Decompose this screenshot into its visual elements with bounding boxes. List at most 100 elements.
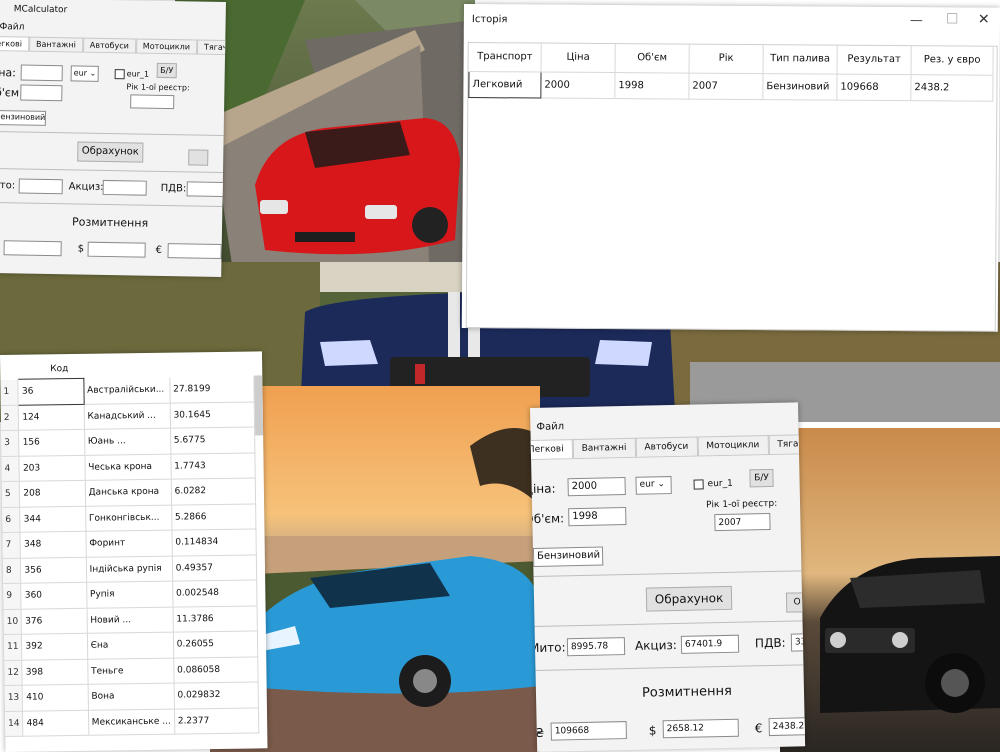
tab-buses[interactable]: Автобуси xyxy=(82,37,136,53)
side-button[interactable] xyxy=(188,149,209,166)
maximize-icon[interactable]: ☐ xyxy=(946,11,959,27)
cell-year[interactable]: 2007 xyxy=(688,72,764,100)
cell-result[interactable]: 109668 xyxy=(836,73,912,101)
table-row[interactable]: 13 410 Вона 0.029832 xyxy=(4,681,259,711)
volume-input[interactable] xyxy=(20,84,63,102)
calculate-button[interactable]: Обрахунок xyxy=(77,141,144,163)
cell-price[interactable]: 2000 xyxy=(540,71,616,99)
currency-rate[interactable]: 1.7743 xyxy=(170,452,256,480)
cell-result-eur[interactable]: 2438.2 xyxy=(910,74,994,101)
fuel-select[interactable]: Бензиновий ⌄ xyxy=(532,546,604,567)
price-input[interactable] xyxy=(20,64,63,82)
currency-code[interactable]: 203 xyxy=(19,454,85,482)
tab-buses[interactable]: Автобуси xyxy=(635,436,698,457)
currency-rate[interactable]: 0.26055 xyxy=(173,630,258,658)
menu-file[interactable]: Файл xyxy=(536,421,564,433)
price-input[interactable]: 2000 xyxy=(567,477,626,497)
currency-name[interactable]: Рупія xyxy=(86,581,173,608)
column-header[interactable]: Рік xyxy=(689,44,764,74)
reg-year-input[interactable] xyxy=(130,94,175,110)
table-row[interactable]: 6 344 Гонконгівськ... 5.2866 xyxy=(2,503,256,533)
currency-name[interactable]: Єна xyxy=(87,632,174,659)
currency-rate[interactable]: 0.114834 xyxy=(171,528,257,556)
currency-code[interactable]: 124 xyxy=(18,403,85,431)
currency-code[interactable]: 360 xyxy=(21,582,87,609)
column-header[interactable]: Тип палива xyxy=(763,45,838,74)
table-row[interactable]: 9 360 Рупія 0.002548 xyxy=(3,579,258,609)
column-header[interactable]: Об'єм xyxy=(615,44,690,73)
calculate-button[interactable]: Обрахунок xyxy=(645,585,733,612)
scrollbar[interactable] xyxy=(254,375,264,436)
currency-name[interactable]: Форинт xyxy=(85,530,173,557)
currency-name[interactable]: Мексиканське ... xyxy=(88,708,175,736)
column-header[interactable]: Транспорт xyxy=(469,43,542,72)
currency-code[interactable]: 376 xyxy=(21,607,88,635)
currency-rate[interactable]: 0.49357 xyxy=(172,554,257,582)
column-header-code[interactable]: Код xyxy=(50,364,68,374)
currency-code[interactable]: 156 xyxy=(19,429,85,456)
table-row[interactable]: 5 208 Данська крона 6.0282 xyxy=(1,477,256,507)
tab-motorcycles[interactable]: Мотоцикли xyxy=(135,38,198,54)
fuel-select[interactable]: Бензиновий ⌄ xyxy=(0,109,47,126)
currency-rate[interactable]: 11.3786 xyxy=(172,605,258,633)
close-icon[interactable]: ✕ xyxy=(978,12,990,28)
tab-passenger[interactable]: Легкові xyxy=(0,35,30,51)
table-row[interactable]: 7 348 Форинт 0.114834 xyxy=(2,528,257,558)
volume-input[interactable]: 1998 xyxy=(568,507,627,527)
currency-name[interactable]: Гонконгівськ... xyxy=(85,504,172,532)
eur1-checkbox[interactable] xyxy=(114,69,125,80)
table-row[interactable]: 14 484 Мексиканське ... 2.2377 xyxy=(4,707,259,737)
currency-name[interactable]: Теньге xyxy=(87,657,174,685)
currency-name[interactable]: Канадський ... xyxy=(83,402,171,430)
column-header[interactable]: Ціна xyxy=(541,43,616,73)
currency-rate[interactable]: 5.6775 xyxy=(170,426,255,454)
tab-passenger[interactable]: Легкові xyxy=(530,439,573,460)
table-row[interactable]: 11 392 Єна 0.26055 xyxy=(3,630,258,660)
table-row[interactable]: 10 376 Новий ... 11.3786 xyxy=(3,605,258,635)
column-header[interactable]: Результат xyxy=(837,45,912,75)
currency-rate[interactable]: 5.2866 xyxy=(171,503,256,531)
currency-name[interactable]: Вона xyxy=(87,683,175,710)
minimize-icon[interactable]: — xyxy=(910,13,923,28)
currency-code[interactable]: 356 xyxy=(20,556,87,584)
menu-file[interactable]: Файл xyxy=(0,22,24,32)
currency-name[interactable]: Юань ... xyxy=(84,428,171,455)
eur1-checkbox[interactable] xyxy=(693,479,704,490)
currency-rate[interactable]: 27.8199 xyxy=(169,375,255,403)
currency-code[interactable]: 344 xyxy=(20,505,86,533)
table-row[interactable]: 2 124 Канадський ... 30.1645 xyxy=(0,401,255,431)
currency-code[interactable]: 392 xyxy=(21,633,88,660)
table-row[interactable]: 3 156 Юань ... 5.6775 xyxy=(1,426,255,456)
currency-name[interactable]: Чеська крона xyxy=(84,453,171,481)
reg-year-input[interactable]: 2007 xyxy=(714,512,771,532)
tab-motorcycles[interactable]: Мотоцикли xyxy=(697,435,769,456)
currency-code[interactable]: 36 xyxy=(18,378,84,405)
currency-select[interactable]: eur ⌄ xyxy=(70,65,99,82)
tab-tractors[interactable]: Тягачі xyxy=(196,39,226,55)
cell-transport[interactable]: Легковий xyxy=(468,71,542,98)
currency-rate[interactable]: 30.1645 xyxy=(169,401,255,429)
table-row[interactable]: 8 356 Індійська рупія 0.49357 xyxy=(2,554,257,584)
column-header[interactable]: Рез. у євро xyxy=(911,46,994,75)
table-row[interactable]: 12 398 Теньге 0.086058 xyxy=(4,656,259,686)
currency-code[interactable]: 398 xyxy=(22,658,88,686)
used-button[interactable]: Б/У xyxy=(749,468,774,488)
tab-trucks[interactable]: Вантажні xyxy=(572,437,636,459)
currency-code[interactable]: 410 xyxy=(22,684,89,711)
currency-select[interactable]: eur ⌄ xyxy=(635,476,672,495)
cell-volume[interactable]: 1998 xyxy=(614,72,690,99)
currency-name[interactable]: Новий ... xyxy=(86,606,174,634)
currency-rate[interactable]: 0.029832 xyxy=(173,681,259,709)
currency-name[interactable]: Індійська рупія xyxy=(85,555,173,583)
table-row[interactable]: 4 203 Чеська крона 1.7743 xyxy=(1,452,256,482)
table-row[interactable]: 1 36 Австралійськи... 27.8199 xyxy=(0,375,255,405)
currency-rate[interactable]: 6.0282 xyxy=(170,477,256,505)
cell-fuel[interactable]: Бензиновий xyxy=(762,73,838,100)
currency-code[interactable]: 348 xyxy=(20,531,86,558)
table-row[interactable]: Легковий 2000 1998 2007 Бензиновий 10966… xyxy=(468,71,994,101)
currency-code[interactable]: 208 xyxy=(19,480,86,507)
currency-rate[interactable]: 0.086058 xyxy=(173,656,259,684)
currency-name[interactable]: Австралійськи... xyxy=(83,377,170,404)
currency-rate[interactable]: 0.002548 xyxy=(172,579,258,607)
tab-trucks[interactable]: Вантажні xyxy=(28,36,83,52)
